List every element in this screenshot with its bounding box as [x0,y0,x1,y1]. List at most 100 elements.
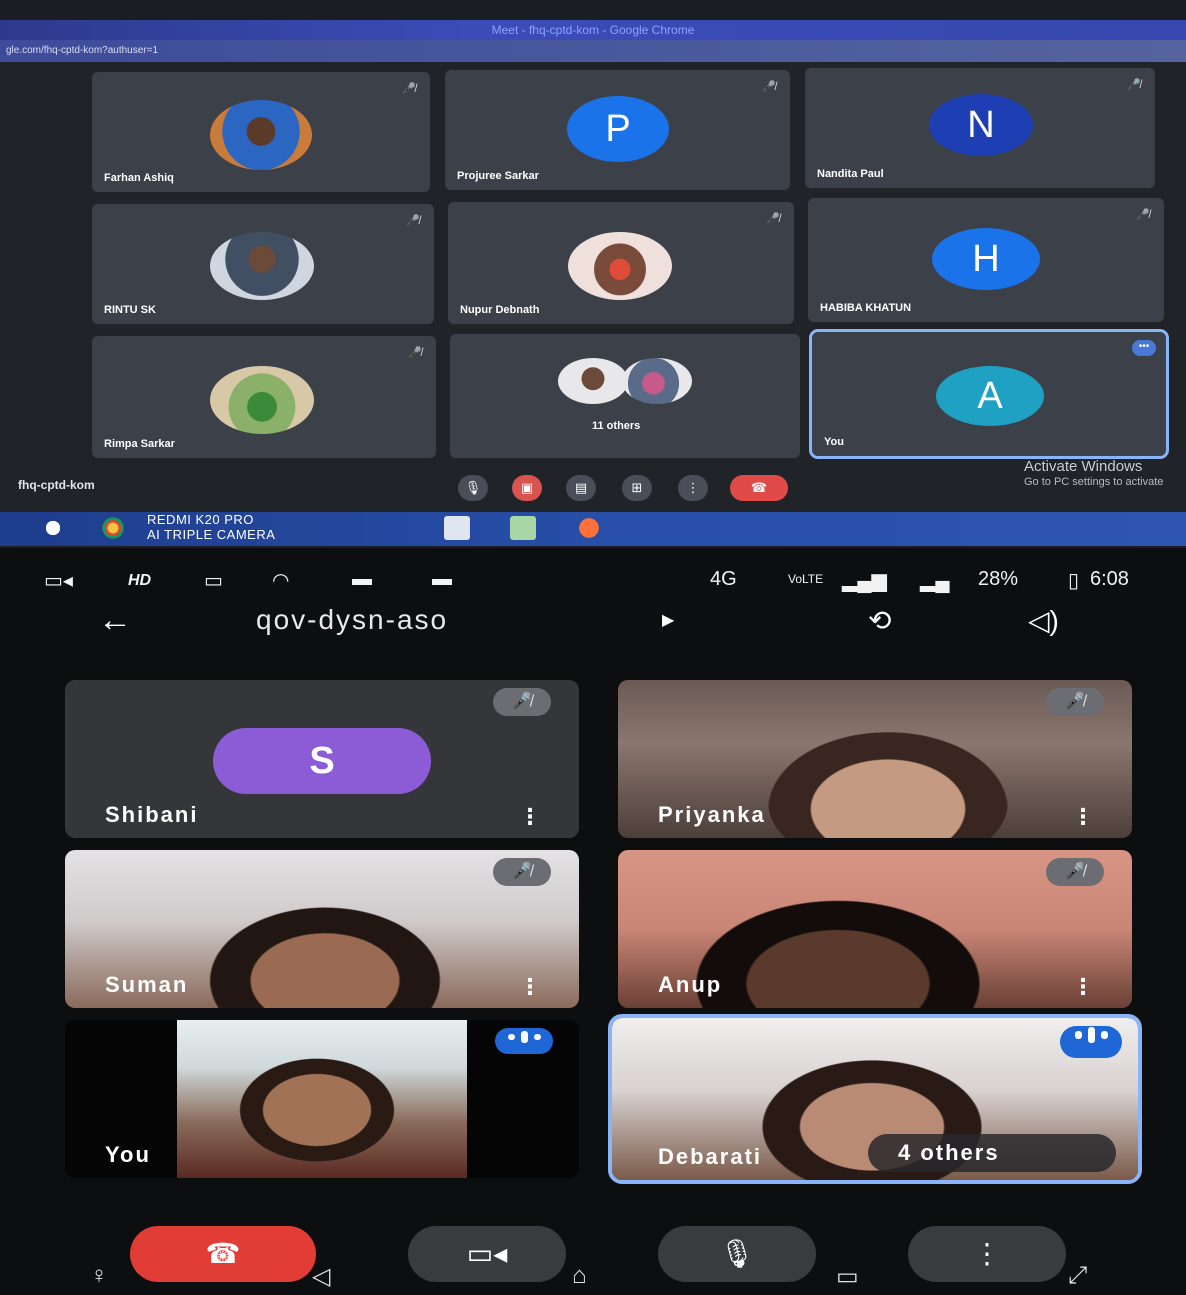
self-video [177,1020,467,1178]
video-icon: ▭◂ [44,570,73,592]
participant-name: Suman [105,972,189,997]
meeting-code: fhq-cptd-kom [18,478,95,492]
meeting-code[interactable]: qov-dysn-aso [256,604,448,636]
participant-name: HABIBA KHATUN [820,302,912,314]
airtel-icon: ◠ [272,570,290,592]
participant-tile[interactable]: N 🎤̸ Nandita Paul [805,68,1155,188]
meet-app-bar: ← qov-dysn-aso ▶ ⟲ ◁) [0,600,1186,644]
participant-tile[interactable]: 🎤̸ Priyanka ⋮ [618,680,1132,838]
participant-tile[interactable]: 🎤̸ RINTU SK [92,204,434,324]
present-button[interactable]: ⊞ [622,475,652,501]
more-options-button[interactable]: ⋮ [678,475,708,501]
browser-address-bar[interactable]: gle.com/fhq-cptd-kom?authuser=1 [0,40,1186,62]
self-tile[interactable]: A ••• You [809,329,1169,459]
mic-off-icon: 🎤̸ [1046,688,1104,716]
mic-button[interactable]: 🎙 [458,475,488,501]
word-taskbar-icon[interactable] [444,516,470,540]
participant-tile[interactable]: S 🎤̸ Shibani ⋮ [65,680,579,838]
participant-video [768,732,1008,838]
chrome-taskbar-icon[interactable] [40,516,66,540]
expand-icon[interactable]: ⤢ [1068,1262,1087,1290]
assistant-icon[interactable]: ♀ [90,1262,108,1290]
captions-button[interactable]: ▤ [566,475,596,501]
mic-off-icon: 🎤̸ [408,347,422,359]
back-icon[interactable]: ◁ [312,1262,330,1291]
participant-tile[interactable]: 🎤̸ Nupur Debnath [448,202,794,324]
signal-icon: ▂▄▆ [842,570,887,592]
participant-video [678,890,998,1008]
participant-tile[interactable]: 🎤̸ Suman ⋮ [65,850,579,1008]
mic-off-icon: 🎤̸ [1127,79,1141,91]
network-type: 4G [710,568,737,590]
participant-name: Shibani [105,802,199,827]
status-bar: ▭◂ HD ▭ ◠ ▬ ▬ 4G VoLTE ▂▄▆ ▂▄ 28% ▯ 6:08 [0,560,1186,600]
more-horiz-icon[interactable]: ••• [1132,340,1156,356]
youtube-icon: ▬ [432,568,452,590]
android-nav-bar: ♀ ◁ ⌂ ▭ ⤢ [0,1262,1186,1295]
firefox-taskbar-icon[interactable] [576,516,602,540]
chevron-right-icon[interactable]: ▶ [662,610,674,630]
participant-name: You [824,436,844,448]
camera-watermark: REDMI K20 PRO AI TRIPLE CAMERA [147,512,276,542]
leave-call-button[interactable]: ☎ [730,475,788,501]
participant-avatar: S [213,728,431,794]
activate-windows-title: Activate Windows [1024,458,1143,475]
participant-photo [622,358,692,404]
more-vert-icon[interactable]: ⋮ [1072,976,1094,998]
mic-off-icon: 🎤̸ [402,83,416,95]
chrome-taskbar-icon[interactable] [100,516,126,540]
hd-icon: HD [128,572,152,589]
speaking-indicator-icon [495,1028,553,1054]
switch-camera-icon[interactable]: ⟲ [868,604,891,637]
mic-off-icon: 🎤̸ [493,858,551,886]
mic-off-icon: 🎤̸ [1136,209,1150,221]
screenshot-root: Meet - fhq-cptd-kom - Google Chrome gle.… [0,0,1186,1295]
more-vert-icon[interactable]: ⋮ [519,806,541,828]
participant-tile[interactable]: 🎤̸ Anup ⋮ [618,850,1132,1008]
others-pill[interactable]: 4 others [868,1134,1116,1172]
participant-photo [558,358,628,404]
participant-name: Projuree Sarkar [457,170,539,182]
speaker-icon[interactable]: ◁) [1028,604,1059,637]
more-vert-icon[interactable]: ⋮ [1072,806,1094,828]
participant-avatar: P [567,96,669,162]
participant-name: RINTU SK [104,304,156,316]
gallery-icon: ▭ [204,570,223,592]
youtube-icon: ▬ [352,568,372,590]
participant-avatar: N [929,94,1033,156]
others-tile[interactable]: 11 others [450,334,800,458]
others-count: 11 others [592,420,641,432]
participant-photo [210,366,314,434]
excel-taskbar-icon[interactable] [510,516,536,540]
participant-tile[interactable]: P 🎤̸ Projuree Sarkar [445,70,790,190]
participant-avatar: H [932,228,1040,290]
participant-avatar: A [936,366,1044,426]
participant-tile[interactable]: Debarati 4 others [608,1014,1142,1184]
back-arrow-icon[interactable]: ← [98,602,132,638]
meet-grid: 🎤̸ Farhan Ashiq P 🎤̸ Projuree Sarkar N 🎤… [0,62,1186,512]
more-vert-icon[interactable]: ⋮ [519,976,541,998]
participant-tile[interactable]: H 🎤̸ HABIBA KHATUN [808,198,1164,322]
home-icon[interactable]: ⌂ [572,1262,587,1290]
participant-photo [568,232,672,300]
volte-icon: VoLTE [788,572,824,586]
participant-tile[interactable]: 🎤̸ Farhan Ashiq [92,72,430,192]
mic-off-icon: 🎤̸ [406,215,420,227]
browser-window-title: Meet - fhq-cptd-kom - Google Chrome [0,20,1186,40]
mic-off-icon: 🎤̸ [766,213,780,225]
participant-tile[interactable]: 🎤̸ Rimpa Sarkar [92,336,436,458]
recents-icon[interactable]: ▭ [836,1262,859,1291]
participant-photo [210,100,312,170]
participant-name: Anup [658,972,723,997]
mic-off-icon: 🎤̸ [762,81,776,93]
battery-percent: 28% [978,568,1019,590]
participant-name: Rimpa Sarkar [104,438,175,450]
clock: 6:08 [1090,568,1129,590]
self-tile[interactable]: You [65,1020,579,1178]
battery-icon: ▯ [1068,570,1080,592]
speaking-indicator-icon [1060,1026,1122,1058]
camera-off-button[interactable]: ▣ [512,475,542,501]
self-face [227,1050,407,1170]
participant-photo [210,232,314,300]
signal-icon: ▂▄ [920,570,950,592]
